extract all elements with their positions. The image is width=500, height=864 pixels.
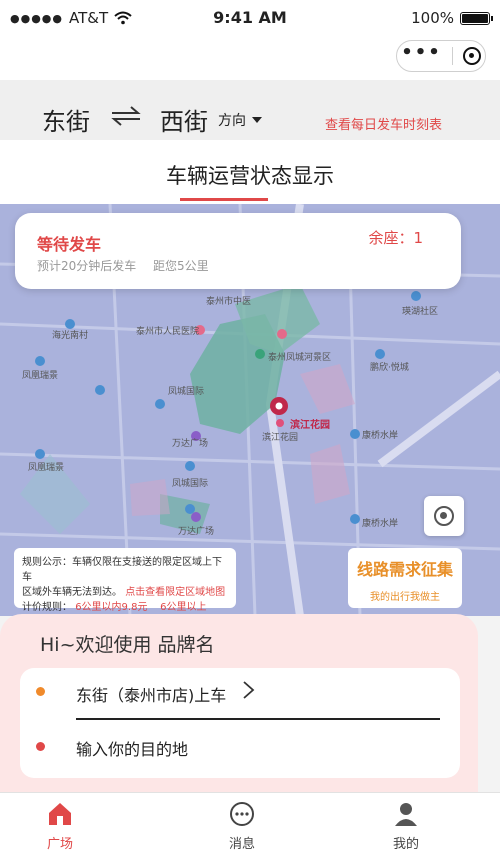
pickup-divider bbox=[76, 718, 440, 720]
price-under-6km: 6公里以内9.8元 bbox=[75, 602, 148, 613]
status-eta: 预计20分钟后发车 bbox=[37, 259, 137, 273]
swap-icon[interactable] bbox=[110, 104, 142, 128]
tab-messages[interactable]: 消息 bbox=[182, 793, 302, 863]
pickup-location[interactable]: 东街（泰州市店)上车 bbox=[76, 682, 226, 706]
rules-line1: 规则公示：车辆仅限在支接送的限定区域上下车 bbox=[22, 557, 222, 583]
route-bar: 东街 西街 方向 查看每日发车时刻表 bbox=[0, 80, 500, 140]
home-icon bbox=[49, 803, 71, 825]
more-icon[interactable]: ••• bbox=[401, 44, 442, 62]
battery-percent: 100% bbox=[411, 9, 454, 27]
map-label: 康桥水岸 bbox=[362, 431, 399, 441]
pricing-label: 计价规则： bbox=[22, 602, 72, 613]
view-area-map-link[interactable]: 点击查看限定区域地图 bbox=[125, 587, 225, 598]
survey-title: 线路需求征集 bbox=[356, 560, 453, 579]
tab-label: 广场 bbox=[46, 837, 73, 852]
caret-down-icon bbox=[252, 117, 262, 123]
map-label: 凤城国际 bbox=[168, 387, 205, 397]
tab-bar: 广场 消息 我的 bbox=[0, 792, 500, 864]
status-bar: ●●●●● AT&T 9:41 AM 100% bbox=[0, 0, 500, 36]
seats-remaining: 余座：1 bbox=[368, 229, 423, 247]
rules-card: 规则公示：车辆仅限在支接送的限定区域上下车 区域外车辆无法到达。 点击查看限定区… bbox=[14, 548, 236, 628]
status-title: 等待发车 bbox=[37, 235, 102, 254]
route-to[interactable]: 西街 bbox=[160, 102, 208, 137]
status-distance: 距您5公里 bbox=[153, 259, 209, 273]
map-label: 瑛湖社区 bbox=[402, 307, 439, 317]
capsule-divider bbox=[451, 47, 453, 65]
map-label: 滨江花园 bbox=[262, 433, 299, 443]
map-label: 泰州市中医 bbox=[206, 297, 252, 307]
direction-dropdown[interactable]: 方向 bbox=[218, 110, 262, 130]
locate-icon bbox=[434, 506, 454, 526]
map-label: 凤凰瑞景 bbox=[28, 463, 65, 473]
user-icon bbox=[395, 803, 417, 826]
map-label: 凤城国际 bbox=[172, 479, 209, 489]
tab-label: 消息 bbox=[228, 837, 255, 852]
message-icon bbox=[230, 802, 254, 826]
tab-plaza[interactable]: 广场 bbox=[0, 793, 120, 863]
status-right: 100% bbox=[411, 9, 493, 27]
map-label: 万达广场 bbox=[172, 439, 209, 449]
tab-me[interactable]: 我的 bbox=[346, 793, 466, 863]
battery-icon bbox=[460, 11, 493, 25]
map-label: 泰州市人民医院 bbox=[136, 327, 200, 337]
trip-card: 东街（泰州市店)上车 输入你的目的地 bbox=[20, 668, 460, 778]
map-label-highlight: 滨江花园 bbox=[290, 420, 330, 431]
destination-input[interactable]: 输入你的目的地 bbox=[76, 736, 188, 760]
chevron-right-icon[interactable] bbox=[242, 680, 256, 700]
destination-dot-icon bbox=[36, 742, 45, 751]
rules-line2: 区域外车辆无法到达。 点击查看限定区域地图 bbox=[22, 585, 228, 600]
section-header: 车辆运营状态显示 bbox=[0, 140, 500, 204]
mini-program-capsule: ••• bbox=[396, 40, 486, 72]
map-label: 凤凰瑞景 bbox=[22, 371, 59, 381]
timetable-link[interactable]: 查看每日发车时刻表 bbox=[325, 114, 442, 133]
welcome-text: Hi~欢迎使用 品牌名 bbox=[40, 634, 215, 656]
map-label: 鹏欣·悦城 bbox=[370, 363, 409, 373]
section-title: 车辆运营状态显示 bbox=[166, 164, 334, 188]
locate-button[interactable] bbox=[424, 496, 464, 536]
tab-label: 我的 bbox=[392, 837, 419, 852]
map-label: 万达广场 bbox=[178, 527, 215, 537]
vehicle-status-card[interactable]: 等待发车 预计20分钟后发车 距您5公里 余座：1 bbox=[15, 213, 461, 289]
pickup-dot-icon bbox=[36, 687, 45, 696]
rules-line2a: 区域外车辆无法到达。 bbox=[22, 587, 122, 598]
map-label: 康桥水岸 bbox=[362, 519, 399, 529]
direction-label: 方向 bbox=[218, 113, 246, 129]
map-label: 海光南村 bbox=[52, 331, 89, 341]
nav-bar: ••• bbox=[0, 36, 500, 80]
route-from[interactable]: 东街 bbox=[42, 102, 90, 137]
section-title-underline bbox=[180, 198, 268, 201]
close-target-icon[interactable] bbox=[462, 47, 481, 65]
map-label: 泰州凤城河景区 bbox=[268, 353, 332, 363]
route-survey-button[interactable]: 线路需求征集 我的出行我做主 bbox=[348, 548, 462, 608]
survey-subtitle: 我的出行我做主 bbox=[370, 592, 440, 603]
